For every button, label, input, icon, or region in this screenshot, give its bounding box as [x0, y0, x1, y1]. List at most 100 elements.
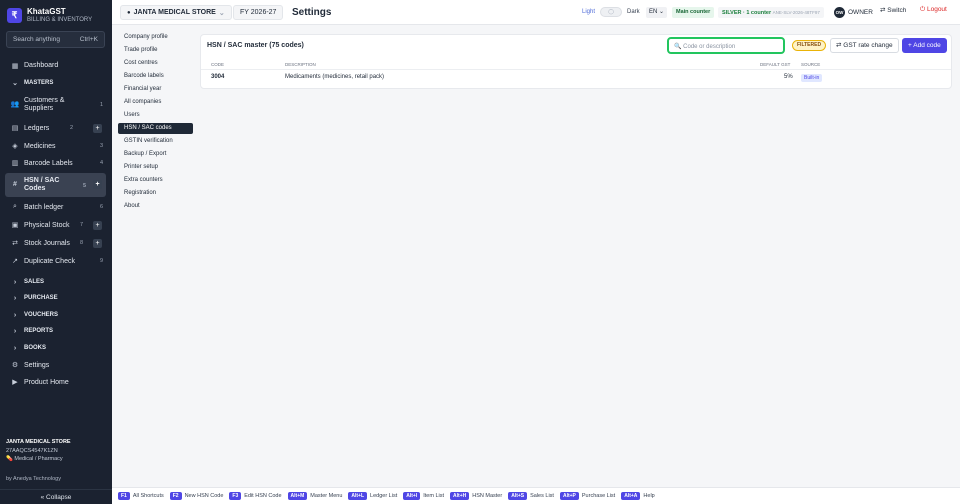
settings-menu-item[interactable]: Barcode labels	[118, 71, 193, 82]
shortcut-item[interactable]: F2 New HSN Code	[169, 492, 223, 500]
shortcut-label: HSN Master	[472, 493, 503, 499]
add-code-button[interactable]: + Add code	[902, 38, 947, 53]
add-hsn-button[interactable]: +	[93, 180, 102, 189]
shortcut-item[interactable]: Alt+A Help	[621, 492, 655, 500]
settings-menu-item[interactable]: Trade profile	[118, 45, 193, 56]
plan-label: SILVER · 1 counter	[722, 10, 772, 16]
sidebar-section-masters[interactable]: ⌄ MASTERS	[0, 78, 112, 88]
sidebar-section-purchase[interactable]: › PURCHASE	[0, 293, 112, 303]
column-header-description: DESCRIPTION	[285, 62, 316, 67]
chevron-right-icon: ›	[13, 327, 17, 335]
settings-menu-item-active[interactable]: HSN / SAC codes	[118, 123, 193, 134]
shortcut-key: Alt+I	[403, 492, 421, 500]
avatar[interactable]: OW	[834, 7, 845, 18]
sidebar-item-ledgers[interactable]: ▤ Ledgers 2 +	[0, 123, 112, 133]
chevron-down-icon: ⌄	[659, 9, 665, 15]
toggle-knob-icon: ◯	[608, 9, 614, 15]
play-icon: ▶	[12, 379, 18, 386]
shortcut-item[interactable]: Alt+L Ledger List	[348, 492, 397, 500]
hsn-search-input[interactable]: 🔍 Code or description	[667, 37, 785, 54]
shortcut-item[interactable]: Alt+I Item List	[403, 492, 444, 500]
sidebar-item-count: 7	[80, 222, 84, 228]
sidebar-item-count: 1	[100, 102, 104, 108]
shortcut-item[interactable]: F1 All Shortcuts	[118, 492, 164, 500]
sidebar-item-hsn-sac[interactable]: # HSN / SAC Codes 5 +	[5, 173, 106, 197]
sidebar-item-batch-ledger[interactable]: ⌕ Batch ledger 6	[0, 202, 112, 212]
column-header-code: CODE	[211, 62, 225, 67]
settings-menu-item[interactable]: Financial year	[118, 84, 193, 95]
fy-selector[interactable]: FY 2026-27	[233, 5, 284, 20]
settings-menu-item[interactable]: Extra counters	[118, 175, 193, 186]
sidebar-item-medicines[interactable]: ◈ Medicines 3	[0, 141, 112, 151]
sidebar-item-stock-journals[interactable]: ⇄ Stock Journals 8 +	[0, 238, 112, 248]
sidebar-search[interactable]: Search anything Ctrl+K	[6, 31, 105, 48]
app-name: KhataGST	[27, 7, 66, 16]
shortcut-item[interactable]: Alt+H HSN Master	[450, 492, 502, 500]
main-counter-badge[interactable]: Main counter	[672, 7, 715, 18]
logout-label: Logout	[926, 6, 947, 13]
sidebar-item-barcode-labels[interactable]: ▥ Barcode Labels 4	[0, 158, 112, 168]
settings-menu-item[interactable]: Users	[118, 110, 193, 121]
box-icon: ▣	[11, 222, 19, 229]
store-selector[interactable]: ● JANTA MEDICAL STORE ⌄	[120, 5, 232, 20]
brand[interactable]: ₹ KhataGST BILLING & INVENTORY	[7, 7, 92, 24]
shortcut-key: Alt+M	[287, 492, 308, 500]
logout-button[interactable]: ⏻ Logout	[920, 6, 947, 14]
add-ledger-button[interactable]: +	[93, 124, 102, 133]
sidebar-item-physical-stock[interactable]: ▣ Physical Stock 7 +	[0, 220, 112, 230]
sidebar-section-sales[interactable]: › SALES	[0, 277, 112, 287]
shortcut-item[interactable]: Alt+M Master Menu	[287, 492, 342, 500]
language-select[interactable]: EN ⌄	[646, 7, 668, 18]
chevron-right-icon: ›	[13, 311, 17, 319]
sidebar-item-count: 3	[100, 143, 104, 149]
gst-rate-change-button[interactable]: ⇄ GST rate change	[830, 38, 899, 53]
theme-dark-label[interactable]: Dark	[627, 9, 640, 15]
column-header-default-gst: DEFAULT GST	[760, 62, 791, 67]
footer-type: Medical / Pharmacy	[14, 456, 63, 462]
settings-menu-item[interactable]: Cost centres	[118, 58, 193, 69]
sidebar-section-reports[interactable]: › REPORTS	[0, 326, 112, 336]
sidebar-section-vouchers[interactable]: › VOUCHERS	[0, 310, 112, 320]
wand-icon: ↗	[12, 258, 18, 265]
sidebar-item-duplicate-check[interactable]: ↗ Duplicate Check 9	[0, 256, 112, 266]
theme-light-label[interactable]: Light	[582, 9, 595, 15]
shortcut-label: Purchase List	[581, 493, 616, 499]
search-icon: ⌕	[13, 203, 17, 210]
switch-label: Switch	[887, 7, 907, 14]
add-stock-journal-button[interactable]: +	[93, 239, 102, 248]
shortcut-item[interactable]: Alt+P Purchase List	[559, 492, 616, 500]
sidebar-item-settings[interactable]: ⚙ Settings	[0, 360, 112, 370]
gear-icon: ⚙	[11, 362, 19, 369]
add-physical-stock-button[interactable]: +	[93, 221, 102, 230]
theme-toggle[interactable]: ◯	[600, 7, 622, 17]
sidebar-item-dashboard[interactable]: ▦ Dashboard	[0, 60, 112, 71]
hash-icon: #	[13, 181, 17, 188]
sidebar-section-label: PURCHASE	[24, 295, 58, 301]
shortcut-key: F3	[229, 492, 242, 500]
shortcut-label: Ledger List	[370, 493, 398, 499]
sidebar-section-books[interactable]: › BOOKS	[0, 343, 112, 353]
sidebar-item-label: Customers & Suppliers	[24, 97, 65, 112]
swap-icon: ⇄	[880, 7, 886, 14]
settings-menu-item[interactable]: Backup / Export	[118, 149, 193, 160]
shortcut-key: Alt+L	[348, 492, 368, 500]
shortcut-key: Alt+P	[559, 492, 579, 500]
settings-menu-item[interactable]: All companies	[118, 97, 193, 108]
settings-menu-item[interactable]: Company profile	[118, 32, 193, 43]
sidebar-item-customers[interactable]: 👥 Customers & Suppliers 1	[0, 95, 112, 115]
power-icon: ⏻	[920, 6, 926, 13]
shortcut-item[interactable]: Alt+S Sales List	[508, 492, 554, 500]
sidebar-item-label: Settings	[24, 361, 50, 369]
settings-menu-item[interactable]: Printer setup	[118, 162, 193, 173]
footer-gstin: 27AAQCS4547K1ZN	[6, 447, 58, 454]
switch-button[interactable]: ⇄ Switch	[880, 6, 906, 14]
settings-menu-item[interactable]: About	[118, 201, 193, 212]
collapse-button[interactable]: « Collapse	[0, 489, 112, 504]
shortcut-item[interactable]: F3 Edit HSN Code	[229, 492, 282, 500]
settings-menu-item[interactable]: GSTIN verification	[118, 136, 193, 147]
settings-menu-item[interactable]: Registration	[118, 188, 193, 199]
sidebar-item-product-home[interactable]: ▶ Product Home	[0, 377, 112, 387]
chevron-down-icon: ⌄	[218, 9, 225, 17]
table-row[interactable]: 3004 Medicaments (medicines, retail pack…	[201, 71, 951, 83]
shortcut-key: Alt+H	[450, 492, 470, 500]
